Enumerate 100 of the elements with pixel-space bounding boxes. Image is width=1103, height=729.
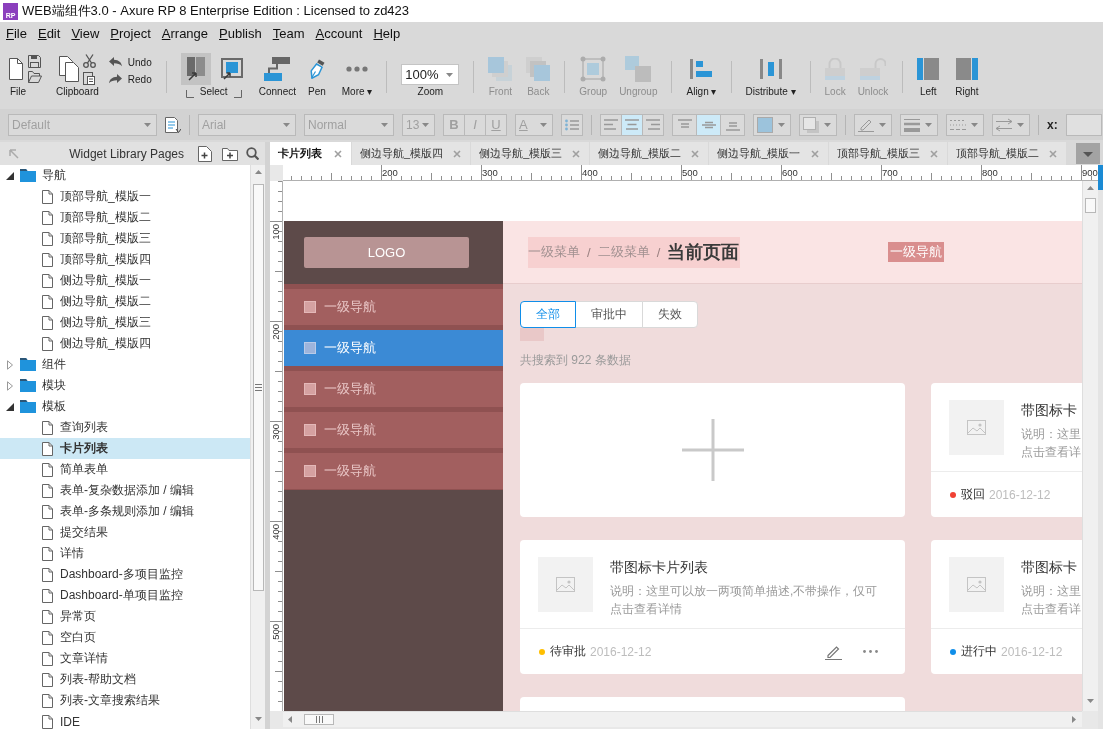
tree-item[interactable]: 模板 (0, 396, 250, 417)
card[interactable]: 带图标卡片列表 说明：这里可以放一两项简单描述,不带操作，仅可 点击查看详情 待审批 2016-12-12 (520, 540, 905, 674)
tree-item[interactable]: 顶部导航_模版二 (0, 207, 250, 228)
tree-item[interactable]: 顶部导航_模版一 (0, 186, 250, 207)
close-icon[interactable] (572, 149, 581, 158)
diagonal-arrow-icon[interactable] (9, 148, 19, 159)
card[interactable]: 带图标卡 说明：这里 点击查看详 进行中 2016-12-12 (931, 540, 1082, 674)
add-page-icon[interactable] (198, 145, 212, 162)
file-button[interactable]: File (8, 53, 42, 98)
scrollbar-thumb[interactable] (304, 714, 334, 725)
close-icon[interactable] (453, 149, 462, 158)
menu-item[interactable]: Account (315, 25, 363, 42)
tab[interactable]: 侧边导航_模版二 (590, 142, 709, 165)
align-button[interactable]: Align ▾ (686, 53, 717, 98)
collapsed-triangle-icon[interactable] (6, 359, 14, 370)
shadow-dropdown[interactable] (799, 113, 837, 136)
select-mode-button[interactable] (180, 53, 211, 85)
menu-item[interactable]: Help (373, 25, 401, 42)
fill-color-dropdown[interactable] (753, 113, 791, 136)
tree-item[interactable]: 侧边导航_模版三 (0, 312, 250, 333)
line-style-dropdown[interactable] (946, 113, 984, 136)
menu-item[interactable]: Arrange (161, 25, 209, 42)
close-icon[interactable] (691, 149, 700, 158)
tab[interactable]: 卡片列表 (270, 142, 351, 165)
tab[interactable]: 侧边导航_模版三 (471, 142, 590, 165)
left-button[interactable]: Left (917, 53, 940, 98)
connect-button[interactable]: Connect (258, 53, 296, 98)
more-icon[interactable] (863, 650, 878, 653)
filter-tab[interactable]: 失效 (642, 301, 698, 328)
tab[interactable]: 侧边导航_模版一 (709, 142, 828, 165)
line-color-dropdown[interactable] (854, 113, 892, 136)
tree-item[interactable]: 表单-多条规则添加 / 编辑 (0, 501, 250, 522)
tree-item[interactable]: 列表-帮助文档 (0, 669, 250, 690)
arrow-style-dropdown[interactable] (992, 113, 1030, 136)
down-arrow-icon[interactable] (1087, 699, 1094, 703)
tree-item[interactable]: Dashboard-多项目监控 (0, 564, 250, 585)
tree-item[interactable]: 侧边导航_模版二 (0, 291, 250, 312)
expanded-triangle-icon[interactable] (6, 401, 14, 412)
tree-item[interactable]: Dashboard-单项目监控 (0, 585, 250, 606)
close-icon[interactable] (810, 149, 819, 158)
scrollbar-thumb[interactable] (1085, 198, 1096, 213)
tab[interactable]: 侧边导航_模版四 (352, 142, 471, 165)
tree-item[interactable]: 查询列表 (0, 417, 250, 438)
menu-item[interactable]: View (71, 25, 100, 42)
x-input-field[interactable] (1065, 113, 1102, 136)
clipboard-button[interactable]: Clipboard (56, 53, 99, 98)
tree-item[interactable]: 详情 (0, 543, 250, 564)
tree-item[interactable]: 卡片列表 (0, 438, 250, 459)
menu-item[interactable]: File (6, 25, 27, 42)
style-editor-icon[interactable] (165, 116, 181, 133)
zoom-dropdown[interactable]: 100% (401, 64, 460, 85)
more-button[interactable]: More ▾ (341, 53, 373, 98)
scrollbar[interactable] (250, 165, 265, 729)
caret-icon[interactable] (1076, 143, 1100, 164)
scrollbar-thumb[interactable] (252, 184, 264, 591)
menu-item[interactable]: Team (272, 25, 305, 42)
line-weight-dropdown[interactable] (900, 113, 938, 136)
scrollbar[interactable] (283, 711, 1082, 727)
tree-item[interactable]: 简单表单 (0, 459, 250, 480)
close-icon[interactable] (334, 149, 342, 158)
filter-tab[interactable]: 全部 (520, 301, 576, 328)
tree-item[interactable]: 异常页 (0, 606, 250, 627)
up-arrow-icon[interactable] (254, 170, 262, 174)
right-button[interactable]: Right (955, 53, 979, 98)
tree-item[interactable]: 导航 (0, 165, 250, 186)
menu-item[interactable]: Project (110, 25, 151, 42)
collapsed-triangle-icon[interactable] (6, 380, 14, 391)
scrollbar[interactable] (1082, 181, 1098, 711)
tree-item[interactable]: 列表-文章搜索结果 (0, 690, 250, 711)
expanded-triangle-icon[interactable] (6, 170, 14, 181)
close-icon[interactable] (929, 149, 938, 158)
down-arrow-icon[interactable] (254, 717, 262, 721)
redo-button[interactable]: Redo (108, 73, 152, 85)
right-arrow-icon[interactable] (1072, 716, 1076, 723)
close-icon[interactable] (1048, 149, 1057, 158)
nav-item[interactable]: 一级导航 (284, 330, 503, 366)
tab[interactable]: 顶部导航_模版二 (947, 142, 1066, 165)
menu-item[interactable]: Edit (37, 25, 61, 42)
left-arrow-icon[interactable] (288, 716, 292, 723)
tab[interactable]: 顶部导航_模版三 (828, 142, 947, 165)
tree-item[interactable]: 侧边导航_模版四 (0, 333, 250, 354)
card[interactable]: 带图标卡 说明：这里 点击查看详 驳回 2016-12-12 (931, 383, 1082, 517)
pen-button[interactable]: Pen (307, 53, 326, 98)
tree-item[interactable]: 顶部导航_模版三 (0, 228, 250, 249)
undo-button[interactable]: Undo (108, 56, 152, 68)
bullet-list-button[interactable] (561, 113, 583, 136)
filter-tab[interactable]: 审批中 (575, 301, 643, 328)
search-icon[interactable] (246, 147, 259, 160)
tree-item[interactable]: 侧边导航_模版一 (0, 270, 250, 291)
menu-item[interactable]: Publish (219, 25, 262, 42)
tree-item[interactable]: 顶部导航_模版四 (0, 249, 250, 270)
tree-item[interactable]: 文章详情 (0, 648, 250, 669)
tree-item[interactable]: 表单-复杂数据添加 / 编辑 (0, 480, 250, 501)
tree-item[interactable]: 组件 (0, 354, 250, 375)
tree-item[interactable]: 空白页 (0, 627, 250, 648)
tree-item[interactable]: 提交结果 (0, 522, 250, 543)
tree-item[interactable]: 模块 (0, 375, 250, 396)
tree-item[interactable]: IDE (0, 711, 250, 729)
up-arrow-icon[interactable] (1087, 186, 1094, 190)
edit-icon[interactable] (825, 643, 842, 660)
